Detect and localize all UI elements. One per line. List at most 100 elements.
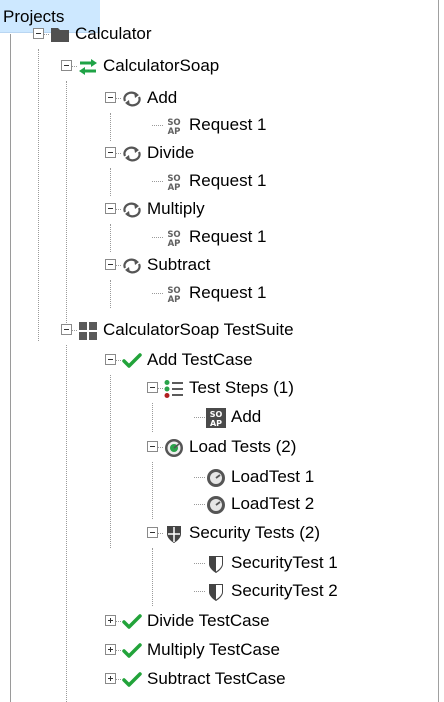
collapse-toggle[interactable] bbox=[105, 203, 116, 214]
tree-node-request-1[interactable]: SO AP Request 1 bbox=[147, 112, 430, 140]
tree-node-label: Request 1 bbox=[189, 171, 267, 190]
tree-guide-line bbox=[110, 280, 111, 308]
tree-node-multiply[interactable]: Multiply bbox=[105, 196, 430, 224]
tree-node-subtract[interactable]: Subtract bbox=[105, 252, 430, 280]
collapse-toggle[interactable] bbox=[105, 92, 116, 103]
tree-node-securitytest-1[interactable]: SecurityTest 1 bbox=[189, 550, 430, 578]
tree-node-label: Request 1 bbox=[189, 115, 267, 134]
test-steps-icon bbox=[163, 379, 185, 399]
tree-node-divide[interactable]: Divide bbox=[105, 140, 430, 168]
folder-icon bbox=[49, 25, 71, 45]
collapse-toggle[interactable] bbox=[147, 382, 158, 393]
tree-node-label: Divide TestCase bbox=[147, 611, 270, 630]
tree-node-calculatorsoap[interactable]: CalculatorSoap bbox=[61, 53, 430, 81]
svg-text:AP: AP bbox=[168, 183, 181, 192]
tree-node-add-testcase[interactable]: Add TestCase bbox=[105, 347, 430, 375]
soap-request-icon: SO AP bbox=[163, 284, 185, 304]
tree-node-label: Divide bbox=[147, 143, 195, 162]
expand-toggle[interactable] bbox=[105, 615, 116, 626]
soap-request-icon: SO AP bbox=[163, 228, 185, 248]
tree-node-request-1[interactable]: SO AP Request 1 bbox=[147, 224, 430, 252]
tree-node-load-tests-2[interactable]: Load Tests (2) bbox=[147, 434, 430, 462]
tree-node-request-1[interactable]: SO AP Request 1 bbox=[147, 168, 430, 196]
tree-node-securitytest-2[interactable]: SecurityTest 2 bbox=[189, 578, 430, 606]
tree-connector bbox=[152, 125, 163, 126]
panel-left-border bbox=[10, 34, 11, 702]
load-tests-icon bbox=[163, 438, 185, 458]
soap-step-icon: SO AP bbox=[205, 408, 227, 428]
svg-text:AP: AP bbox=[210, 419, 222, 428]
soap-request-icon: SO AP bbox=[163, 116, 185, 136]
load-test-icon bbox=[205, 495, 227, 515]
tree-node-label: SecurityTest 2 bbox=[231, 581, 338, 600]
collapse-toggle[interactable] bbox=[33, 28, 44, 39]
tree-node-multiply-testcase[interactable]: Multiply TestCase bbox=[105, 637, 430, 665]
tree-node-label: CalculatorSoap TestSuite bbox=[103, 320, 294, 339]
tree-connector bbox=[152, 181, 163, 182]
tree-connector bbox=[194, 417, 205, 418]
tree-node-label: LoadTest 1 bbox=[231, 467, 315, 486]
tree-node-subtract-testcase[interactable]: Subtract TestCase bbox=[105, 666, 430, 694]
tree-node-calculator[interactable]: Calculator bbox=[33, 21, 430, 49]
collapse-toggle[interactable] bbox=[105, 147, 116, 158]
security-test-icon bbox=[205, 582, 227, 602]
tree-node-label: LoadTest 2 bbox=[231, 494, 315, 513]
tree-connector bbox=[194, 504, 205, 505]
operation-icon bbox=[121, 89, 143, 109]
svg-text:SO: SO bbox=[210, 410, 223, 419]
tree-guide-line bbox=[152, 462, 153, 519]
tree-node-add[interactable]: Add bbox=[105, 85, 430, 113]
tree-node-loadtest-1[interactable]: LoadTest 1 bbox=[189, 464, 430, 492]
tree-node-label: Request 1 bbox=[189, 283, 267, 302]
collapse-toggle[interactable] bbox=[147, 441, 158, 452]
tree-node-label: Calculator bbox=[75, 24, 152, 43]
tree-node-label: Test Steps (1) bbox=[189, 378, 294, 397]
expand-toggle[interactable] bbox=[105, 644, 116, 655]
tree-node-label: CalculatorSoap bbox=[103, 56, 220, 75]
tree-guide-line bbox=[110, 375, 111, 548]
tree-node-label: Multiply bbox=[147, 199, 205, 218]
tree-guide-line bbox=[110, 224, 111, 252]
security-tests-icon bbox=[163, 524, 185, 544]
soap-interface-icon bbox=[77, 57, 99, 77]
tree-connector bbox=[194, 477, 205, 478]
collapse-toggle[interactable] bbox=[61, 60, 72, 71]
tree-node-label: Add bbox=[147, 88, 178, 107]
tree-node-label: Security Tests (2) bbox=[189, 523, 321, 542]
tree-node-label: Load Tests (2) bbox=[189, 437, 297, 456]
tree-node-request-1[interactable]: SO AP Request 1 bbox=[147, 280, 430, 308]
tree-node-label: Subtract bbox=[147, 255, 211, 274]
expand-toggle[interactable] bbox=[105, 673, 116, 684]
operation-icon bbox=[121, 200, 143, 220]
tree-guide-line bbox=[152, 403, 153, 432]
tree-node-label: Request 1 bbox=[189, 227, 267, 246]
collapse-toggle[interactable] bbox=[105, 259, 116, 270]
security-test-icon bbox=[205, 554, 227, 574]
tree-node-label: Multiply TestCase bbox=[147, 640, 280, 659]
tree-node-divide-testcase[interactable]: Divide TestCase bbox=[105, 608, 430, 636]
tree-node-add[interactable]: SO AP Add bbox=[189, 404, 430, 432]
tree-node-calculatorsoap-testsuite[interactable]: CalculatorSoap TestSuite bbox=[61, 317, 430, 345]
tree-guide-line bbox=[66, 81, 67, 331]
collapse-toggle[interactable] bbox=[105, 354, 116, 365]
svg-text:AP: AP bbox=[168, 239, 181, 248]
checkmark-icon bbox=[121, 612, 143, 632]
load-test-icon bbox=[205, 468, 227, 488]
tree-node-label: Subtract TestCase bbox=[147, 669, 286, 688]
tree-node-label: SecurityTest 1 bbox=[231, 553, 338, 572]
collapse-toggle[interactable] bbox=[147, 527, 158, 538]
tree-guide-line bbox=[152, 548, 153, 606]
tree-node-security-tests-2[interactable]: Security Tests (2) bbox=[147, 520, 430, 548]
collapse-toggle[interactable] bbox=[61, 324, 72, 335]
operation-icon bbox=[121, 256, 143, 276]
tree-node-loadtest-2[interactable]: LoadTest 2 bbox=[189, 491, 430, 519]
tree-node-test-steps-1[interactable]: Test Steps (1) bbox=[147, 375, 430, 403]
checkmark-icon bbox=[121, 641, 143, 661]
soap-request-icon: SO AP bbox=[163, 172, 185, 192]
svg-text:AP: AP bbox=[168, 127, 181, 136]
test-suite-icon bbox=[77, 321, 99, 341]
tree-connector bbox=[194, 591, 205, 592]
tree-connector bbox=[194, 563, 205, 564]
svg-text:AP: AP bbox=[168, 295, 181, 304]
tree-guide-line bbox=[110, 168, 111, 196]
